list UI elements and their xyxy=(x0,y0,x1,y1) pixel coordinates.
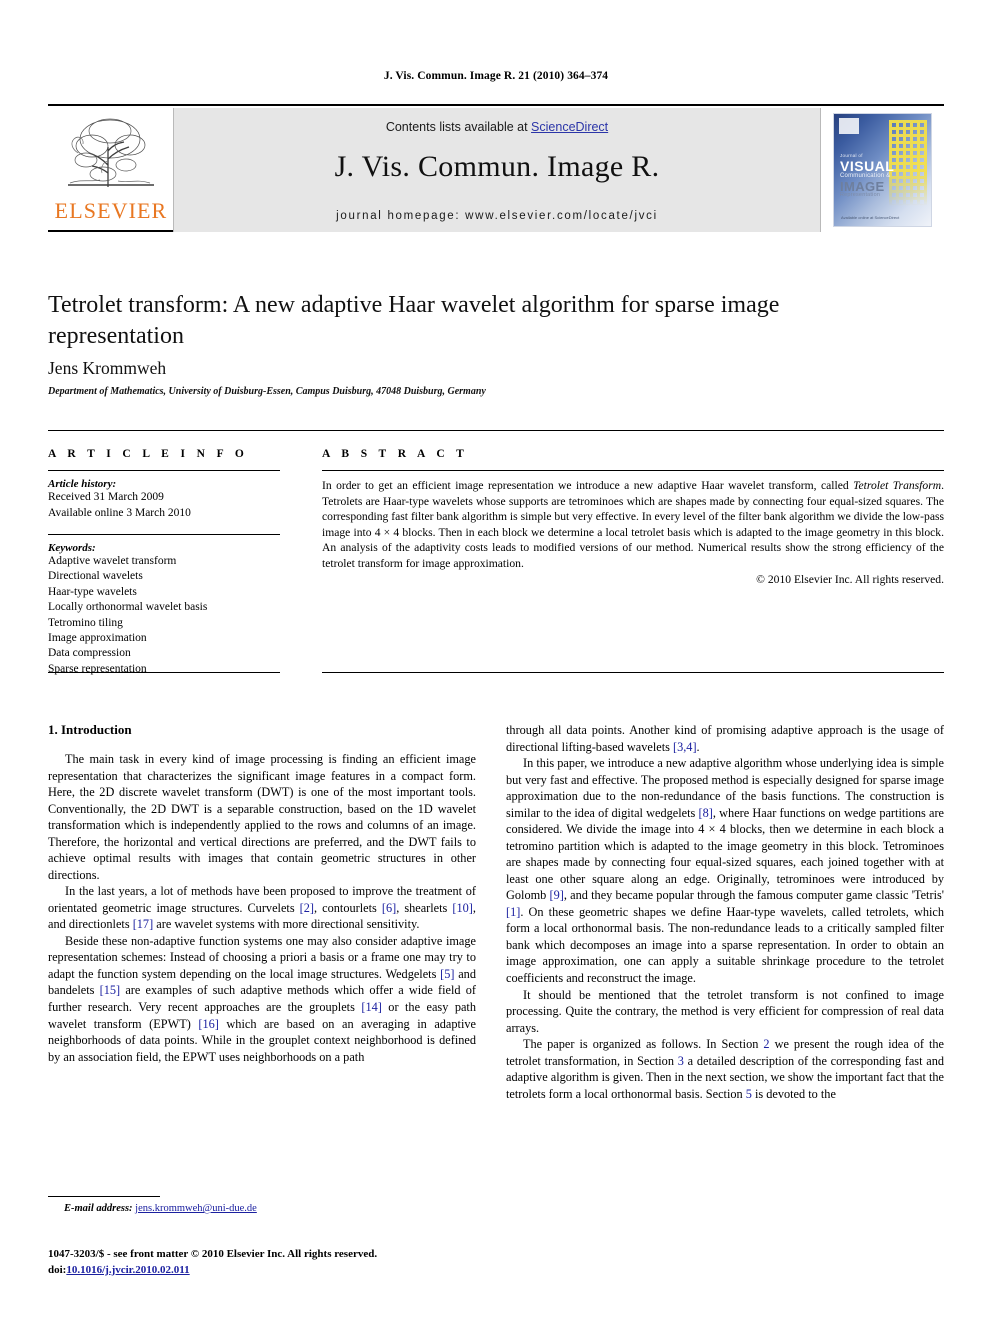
citation-link[interactable]: [6] xyxy=(382,901,396,915)
abstract-part-1: In order to get an efficient image repre… xyxy=(322,479,854,492)
text-run: are wavelet systems with more directiona… xyxy=(153,917,420,932)
author-affiliation: Department of Mathematics, University of… xyxy=(48,386,486,397)
footnote-email: E-mail address: jens.krommweh@uni-due.de xyxy=(48,1203,478,1214)
journal-title: J. Vis. Commun. Image R. xyxy=(334,150,660,183)
article-history-online: Available online 3 March 2010 xyxy=(48,506,191,519)
contents-prefix: Contents lists available at xyxy=(385,120,532,134)
citation-link[interactable]: [1] xyxy=(506,905,520,919)
paper-page: J. Vis. Commun. Image R. 21 (2010) 364–3… xyxy=(0,0,992,1323)
abstract-section-bottom-rule xyxy=(322,672,944,673)
paragraph: The main task in every kind of image pro… xyxy=(48,752,476,882)
section-heading-introduction: 1. Introduction xyxy=(48,722,132,737)
text-run: , contourlets xyxy=(314,900,382,915)
citation-link[interactable]: [15] xyxy=(100,983,121,997)
cover-publisher-mark xyxy=(839,118,859,134)
citation-link[interactable]: [16] xyxy=(198,1017,219,1031)
cover-title-text: Journal of VISUAL Communication & IMAGE … xyxy=(840,153,926,199)
text-run: through all data points. Another kind of… xyxy=(506,723,944,754)
issn-line: 1047-3203/$ - see front matter © 2010 El… xyxy=(48,1248,378,1260)
text-run: , shearlets xyxy=(396,900,453,915)
paragraph: It should be mentioned that the tetrolet… xyxy=(506,987,944,1035)
cover-line-image: IMAGE xyxy=(840,178,885,194)
doi-label: doi: xyxy=(48,1263,67,1276)
keyword-item: Locally orthonormal wavelet basis xyxy=(48,601,208,614)
journal-homepage-link[interactable]: journal homepage: www.elsevier.com/locat… xyxy=(174,210,820,222)
running-head: J. Vis. Commun. Image R. 21 (2010) 364–3… xyxy=(383,70,609,82)
article-history-received: Received 31 March 2009 xyxy=(48,491,164,503)
citation-link[interactable]: [10] xyxy=(452,901,473,915)
text-run: Beside these non-adaptive function syste… xyxy=(48,933,476,981)
info-section-top-rule xyxy=(48,430,944,431)
body-column-left: 1. Introduction The main task in every k… xyxy=(48,722,476,1065)
abstract-text: In order to get an efficient image repre… xyxy=(322,478,944,571)
keyword-item: Data compression xyxy=(48,647,131,660)
article-history-label: Article history: xyxy=(48,478,117,490)
abstract-part-2: . Tetrolets are Haar-type wavelets whose… xyxy=(322,479,944,570)
paragraph: In the last years, a lot of methods have… xyxy=(48,883,476,933)
copyright-footer: 1047-3203/$ - see front matter © 2010 El… xyxy=(48,1247,608,1279)
text-run: . On these geometric shapes we define Ha… xyxy=(506,904,944,985)
body-column-right: through all data points. Another kind of… xyxy=(506,722,944,1102)
sciencedirect-link[interactable]: ScienceDirect xyxy=(531,120,608,134)
article-info-heading: A R T I C L E I N F O xyxy=(48,448,249,460)
journal-masthead: ELSEVIER Contents lists available at Sci… xyxy=(48,104,944,232)
paragraph: In this paper, we introduce a new adapti… xyxy=(506,755,944,986)
elsevier-tree-icon xyxy=(56,113,164,191)
email-link[interactable]: jens.krommweh@uni-due.de xyxy=(135,1203,257,1214)
elsevier-wordmark: ELSEVIER xyxy=(54,198,168,223)
elsevier-logo: ELSEVIER xyxy=(48,108,174,232)
journal-cover-thumbnail[interactable]: Journal of VISUAL Communication & IMAGE … xyxy=(820,108,944,232)
text-run: The paper is organized as follows. In Se… xyxy=(523,1037,764,1052)
citation-link[interactable]: [8] xyxy=(699,806,713,820)
keyword-item: Image approximation xyxy=(48,632,147,645)
doi-line: doi:10.1016/j.jvcir.2010.02.011 xyxy=(48,1263,608,1279)
cover-line-visual: VISUAL xyxy=(840,157,895,174)
abstract-copyright: © 2010 Elsevier Inc. All rights reserved… xyxy=(756,573,944,587)
journal-band: Contents lists available at ScienceDirec… xyxy=(174,108,820,232)
keywords-label: Keywords: xyxy=(48,542,96,555)
abstract-column: A B S T R A C T In order to get an effic… xyxy=(322,448,944,586)
keyword-item: Sparse representation xyxy=(48,662,147,675)
cover-artwork: Journal of VISUAL Communication & IMAGE … xyxy=(833,113,932,227)
article-info-divider xyxy=(48,470,280,471)
abstract-heading: A B S T R A C T xyxy=(322,448,469,460)
citation-link[interactable]: [9] xyxy=(550,888,564,902)
abstract-divider xyxy=(322,470,944,471)
citation-link[interactable]: [14] xyxy=(361,1000,382,1014)
contents-available-line: Contents lists available at ScienceDirec… xyxy=(174,120,820,134)
keyword-item: Tetromino tiling xyxy=(48,616,123,629)
text-run: is devoted to the xyxy=(751,1086,836,1101)
text-run: , and they became popular through the fa… xyxy=(563,888,944,903)
paragraph: The paper is organized as follows. In Se… xyxy=(506,1036,944,1102)
keyword-item: Directional wavelets xyxy=(48,570,143,583)
citation-link[interactable]: [17] xyxy=(133,917,154,931)
cover-line-representation: Representation xyxy=(840,192,881,199)
citation-link[interactable]: [5] xyxy=(440,967,454,981)
keyword-item: Adaptive wavelet transform xyxy=(48,555,177,568)
doi-link[interactable]: 10.1016/j.jvcir.2010.02.011 xyxy=(66,1264,189,1276)
article-info-column: A R T I C L E I N F O Article history: R… xyxy=(48,448,280,677)
citation-link[interactable]: [2] xyxy=(300,901,314,915)
abstract-emphasis: Tetrolet Transform xyxy=(853,479,942,492)
citation-link[interactable]: [3,4] xyxy=(673,740,697,754)
paragraph: Beside these non-adaptive function syste… xyxy=(48,933,476,1065)
author-name: Jens Krommweh xyxy=(48,358,167,378)
keywords-divider xyxy=(48,534,280,536)
page-title: Tetrolet transform: A new adaptive Haar … xyxy=(48,292,780,349)
footnote-rule xyxy=(48,1196,160,1197)
cover-footer-text: Available online at ScienceDirect xyxy=(841,215,900,220)
email-label: E-mail address: xyxy=(64,1203,133,1214)
keyword-item: Haar-type wavelets xyxy=(48,585,137,598)
text-run: . xyxy=(696,739,700,754)
paragraph: through all data points. Another kind of… xyxy=(506,722,944,755)
